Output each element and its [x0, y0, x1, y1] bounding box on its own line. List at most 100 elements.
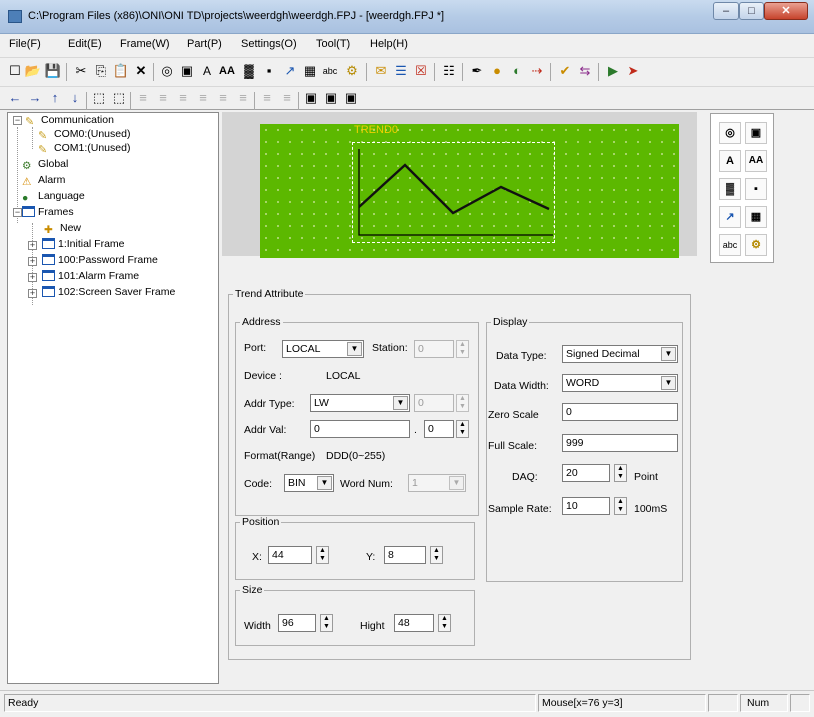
menu-edit[interactable]: Edit(E) [68, 38, 102, 50]
align-left-icon[interactable]: ≡ [134, 89, 152, 107]
arrow-right-icon[interactable]: → [26, 89, 44, 107]
minimize-button[interactable]: – [713, 2, 739, 20]
frame-list-icon[interactable]: ☰ [392, 62, 410, 80]
arrow-up-icon[interactable]: ↑ [46, 89, 64, 107]
tree-collapse-toggle[interactable]: − [13, 208, 22, 217]
large-text-icon[interactable]: AA [216, 62, 238, 80]
align-right-icon[interactable]: ≡ [174, 89, 192, 107]
addr-val-stepper[interactable]: ▲ ▼ [456, 420, 469, 438]
tree-item-alarm[interactable]: ⚠ Alarm [22, 174, 65, 188]
tree-collapse-toggle[interactable]: − [13, 116, 22, 125]
width-stepper[interactable]: ▲ ▼ [320, 614, 333, 632]
distribute-v-icon[interactable]: ≡ [278, 89, 296, 107]
tree-expand-toggle[interactable]: + [28, 257, 37, 266]
tree-item-frame-1[interactable]: 1:Initial Frame [42, 238, 125, 252]
align-center-icon[interactable]: ≡ [154, 89, 172, 107]
menu-tool[interactable]: Tool(T) [316, 38, 350, 50]
alarm-part-icon[interactable]: ⚙ [745, 234, 767, 256]
delete-icon[interactable]: ✕ [132, 62, 150, 80]
addr-val-extra-input[interactable]: 0 [424, 420, 454, 438]
menu-frame[interactable]: Frame(W) [120, 38, 170, 50]
tree-item-frame-101[interactable]: 101:Alarm Frame [42, 270, 139, 284]
upload-icon[interactable]: ⇢ [528, 62, 546, 80]
width-input[interactable]: 96 [278, 614, 316, 632]
same-size-icon[interactable]: ▣ [342, 89, 360, 107]
project-tree[interactable]: − ✎ Communication ✎ COM0:(Unused) ✎ COM1:(U… [7, 112, 219, 684]
zero-scale-input[interactable]: 0 [562, 403, 678, 421]
data-width-select[interactable]: WORD ▼ [562, 374, 678, 392]
bitmap-part-icon[interactable]: ▦ [745, 206, 767, 228]
chevron-down-icon[interactable]: ▼ [661, 347, 676, 361]
ascii-part-icon[interactable]: abc [719, 234, 741, 256]
save-icon[interactable]: 💾 [44, 62, 62, 80]
download-icon[interactable]: ● [488, 62, 506, 80]
tree-item-frame-100[interactable]: 100:Password Frame [42, 254, 158, 268]
lamp-part-icon[interactable]: ◎ [719, 122, 741, 144]
align-top-icon[interactable]: ≡ [194, 89, 212, 107]
same-width-icon[interactable]: ▣ [302, 89, 320, 107]
menu-part[interactable]: Part(P) [187, 38, 222, 50]
check-icon[interactable]: ✔ [556, 62, 574, 80]
daq-stepper[interactable]: ▲ ▼ [614, 464, 627, 482]
button-part-icon[interactable]: ▣ [745, 122, 767, 144]
run-icon[interactable]: ▶ [604, 62, 622, 80]
data-type-select[interactable]: Signed Decimal ▼ [562, 345, 678, 363]
lamp-icon[interactable]: ◎ [158, 62, 176, 80]
same-height-icon[interactable]: ▣ [322, 89, 340, 107]
alarm-part-icon[interactable]: ⚙ [343, 62, 361, 80]
height-stepper[interactable]: ▲ ▼ [438, 614, 451, 632]
new-frame-icon[interactable]: ✉ [372, 62, 390, 80]
numeric-display-icon[interactable]: ▓ [240, 62, 258, 80]
align-middle-icon[interactable]: ≡ [214, 89, 232, 107]
addr-type-stepper[interactable]: ▲ ▼ [456, 394, 469, 412]
chevron-down-icon[interactable]: ▼ [661, 376, 676, 390]
distribute-h-icon[interactable]: ≡ [258, 89, 276, 107]
x-stepper[interactable]: ▲ ▼ [316, 546, 329, 564]
ascii-icon[interactable]: abc [319, 62, 341, 80]
bar-icon[interactable]: ▪ [260, 62, 278, 80]
trend-part-icon[interactable]: ↗ [719, 206, 741, 228]
tree-item-frame-102[interactable]: 102:Screen Saver Frame [42, 286, 175, 300]
addr-type-extra-input[interactable]: 0 [414, 394, 454, 412]
exit-icon[interactable]: ➤ [624, 62, 642, 80]
sample-rate-stepper[interactable]: ▲ ▼ [614, 497, 627, 515]
addr-val-input[interactable]: 0 [310, 420, 410, 438]
large-text-part-icon[interactable]: AA [745, 150, 767, 172]
button-part-icon[interactable]: ▣ [178, 62, 196, 80]
tree-item-frames[interactable]: Frames [22, 206, 74, 220]
tree-expand-toggle[interactable]: + [28, 289, 37, 298]
tree-item-global[interactable]: ⚙ Global [22, 158, 68, 172]
simulate-icon[interactable]: ◐ [508, 62, 526, 80]
compile-icon[interactable]: ✒ [468, 62, 486, 80]
align-bottom-icon[interactable]: ≡ [234, 89, 252, 107]
arrow-down-icon[interactable]: ↓ [66, 89, 84, 107]
port-select[interactable]: LOCAL ▼ [282, 340, 364, 358]
tree-expand-toggle[interactable]: + [28, 241, 37, 250]
tree-item-language[interactable]: ● Language [22, 190, 85, 204]
menu-settings[interactable]: Settings(O) [241, 38, 297, 50]
bar-part-icon[interactable]: ▪ [745, 178, 767, 200]
station-input[interactable]: 0 [414, 340, 454, 358]
height-input[interactable]: 48 [394, 614, 434, 632]
tree-item-com1[interactable]: ✎ COM1:(Unused) [38, 142, 130, 156]
arrow-left-icon[interactable]: ← [6, 89, 24, 107]
ungroup-icon[interactable]: ⬚ [110, 89, 128, 107]
sample-rate-input[interactable]: 10 [562, 497, 610, 515]
trend-part[interactable] [352, 142, 555, 243]
tree-item-new[interactable]: ✚ New [44, 222, 81, 236]
daq-input[interactable]: 20 [562, 464, 610, 482]
chevron-down-icon[interactable]: ▼ [317, 476, 332, 490]
x-input[interactable]: 44 [268, 546, 312, 564]
chevron-down-icon[interactable]: ▼ [393, 396, 408, 410]
trend-icon[interactable]: ↗ [281, 62, 299, 80]
chevron-down-icon[interactable]: ▼ [449, 476, 464, 490]
delete-frame-icon[interactable]: ☒ [412, 62, 430, 80]
close-button[interactable]: ✕ [764, 2, 808, 20]
tree-expand-toggle[interactable]: + [28, 273, 37, 282]
transfer-icon[interactable]: ⇆ [576, 62, 594, 80]
code-select[interactable]: BIN ▼ [284, 474, 334, 492]
addr-type-select[interactable]: LW ▼ [310, 394, 410, 412]
y-input[interactable]: 8 [384, 546, 426, 564]
tree-item-com0[interactable]: ✎ COM0:(Unused) [38, 128, 130, 142]
copy-icon[interactable]: ⎘ [92, 62, 110, 80]
